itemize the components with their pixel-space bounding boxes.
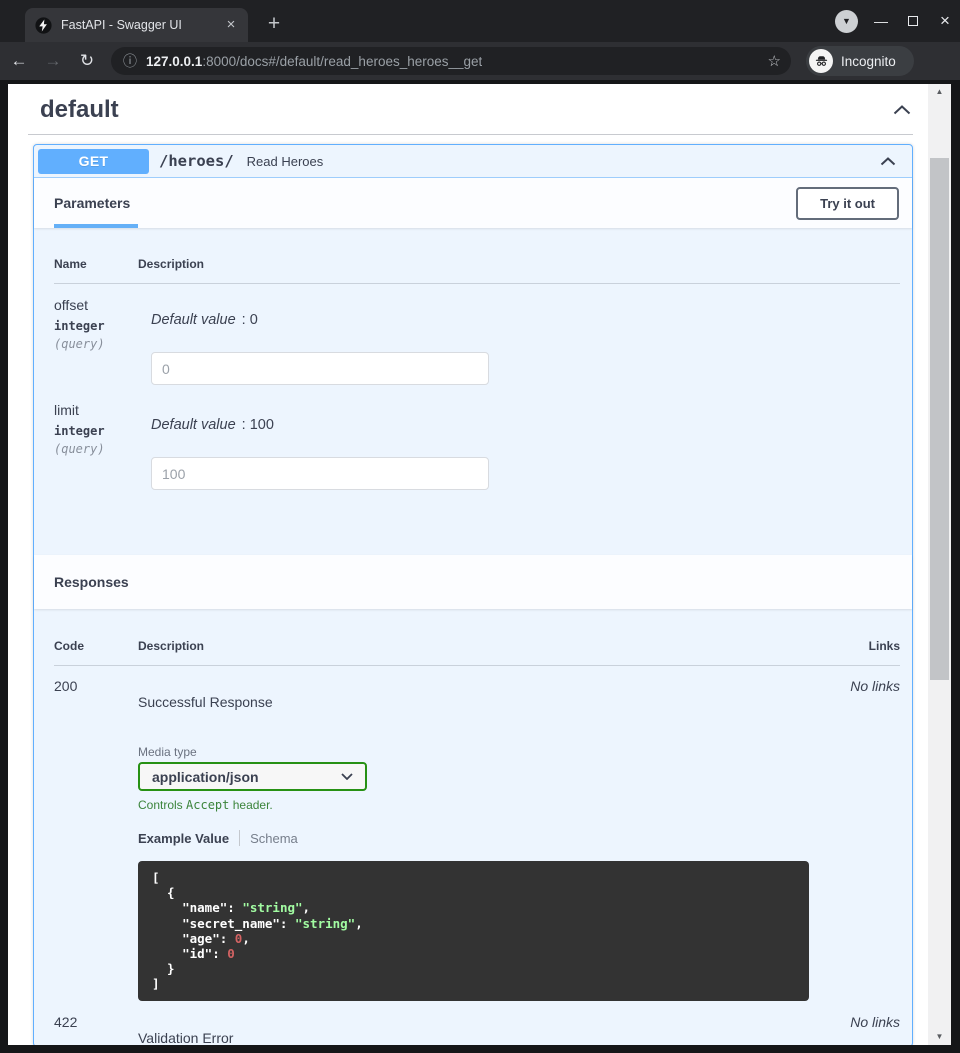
col-description-header: Description bbox=[138, 257, 900, 271]
media-type-select[interactable]: application/json bbox=[138, 762, 367, 791]
response-code: 422 bbox=[54, 1014, 138, 1045]
chevron-up-icon[interactable] bbox=[893, 105, 911, 115]
param-type: integer bbox=[54, 424, 151, 438]
response-code: 200 bbox=[54, 678, 138, 1001]
col-links-header: Links bbox=[840, 639, 900, 653]
maximize-button[interactable] bbox=[904, 13, 922, 29]
tag-divider bbox=[28, 134, 913, 135]
param-name-cell: offset integer (query) bbox=[54, 297, 151, 385]
incognito-label: Incognito bbox=[841, 54, 896, 69]
opblock-get-heroes: GET /heroes/ Read Heroes Parameters Try … bbox=[33, 144, 913, 1045]
response-links: No links bbox=[820, 1014, 900, 1045]
fastapi-favicon-icon bbox=[35, 17, 52, 34]
browser-tab[interactable]: FastAPI - Swagger UI × bbox=[25, 8, 248, 42]
param-desc-cell: Default value : 100 bbox=[151, 402, 900, 490]
tab-example-value[interactable]: Example Value bbox=[138, 831, 229, 846]
param-name: offset bbox=[54, 297, 151, 313]
method-badge: GET bbox=[38, 149, 149, 174]
media-type-label: Media type bbox=[138, 745, 820, 759]
response-row-422: 422 Validation Error No links bbox=[54, 1014, 900, 1045]
reload-icon[interactable]: ↻ bbox=[72, 51, 102, 71]
operation-summary-text: Read Heroes bbox=[247, 154, 324, 169]
scroll-up-icon[interactable]: ▲ bbox=[928, 84, 951, 100]
incognito-icon bbox=[814, 54, 829, 69]
param-row-offset: offset integer (query) Default value : 0 bbox=[54, 297, 900, 385]
responses-table-head: Code Description Links bbox=[54, 639, 900, 666]
param-row-limit: limit integer (query) Default value : 10… bbox=[54, 402, 900, 490]
new-tab-button[interactable]: + bbox=[260, 11, 288, 39]
try-it-out-button[interactable]: Try it out bbox=[796, 187, 899, 220]
url-text: 127.0.0.1:8000/docs#/default/read_heroes… bbox=[146, 54, 482, 69]
response-links: No links bbox=[820, 678, 900, 1001]
col-name-header: Name bbox=[54, 257, 138, 271]
close-window-button[interactable]: × bbox=[936, 11, 954, 31]
url-bar[interactable]: ⓘ 127.0.0.1:8000/docs#/default/read_hero… bbox=[111, 47, 791, 75]
tab-search-icon[interactable]: ▼ bbox=[835, 10, 858, 33]
default-value-label: Default value bbox=[151, 417, 236, 433]
bookmark-star-icon[interactable]: ☆ bbox=[768, 52, 781, 70]
param-name: limit bbox=[54, 402, 151, 418]
incognito-badge: Incognito bbox=[806, 46, 914, 76]
accept-header-code: Accept bbox=[186, 798, 229, 812]
tab-strip: FastAPI - Swagger UI × + ▼ — × bbox=[0, 0, 960, 42]
media-type-value: application/json bbox=[152, 769, 341, 785]
page-scrollbar[interactable]: ▲ ▼ bbox=[928, 84, 951, 1045]
parameters-header: Parameters Try it out bbox=[34, 178, 912, 228]
response-row-200: 200 Successful Response Media type appli… bbox=[54, 678, 900, 1001]
parameters-tab-label: Parameters bbox=[54, 195, 130, 211]
default-value: : 0 bbox=[238, 312, 258, 328]
parameters-table: Name Description offset integer (query) … bbox=[34, 228, 912, 555]
forward-icon[interactable]: → bbox=[38, 51, 68, 71]
chevron-up-icon[interactable] bbox=[880, 157, 896, 166]
tab-parameters[interactable]: Parameters bbox=[54, 178, 130, 228]
minimize-button[interactable]: — bbox=[872, 13, 890, 29]
default-value: : 100 bbox=[238, 417, 274, 433]
back-icon[interactable]: ← bbox=[4, 51, 34, 71]
tab-schema[interactable]: Schema bbox=[250, 831, 298, 846]
responses-title: Responses bbox=[54, 574, 129, 590]
browser-toolbar: ← → ↻ ⓘ 127.0.0.1:8000/docs#/default/rea… bbox=[0, 42, 960, 80]
col-description-header: Description bbox=[138, 639, 840, 653]
tab-title: FastAPI - Swagger UI bbox=[61, 18, 222, 32]
responses-header: Responses bbox=[34, 555, 912, 609]
url-path: :8000/docs#/default/read_heroes_heroes__… bbox=[202, 54, 482, 69]
param-default: Default value : 100 bbox=[151, 417, 900, 433]
active-tab-underline bbox=[54, 224, 138, 228]
response-description: Successful Response bbox=[138, 694, 820, 710]
operation-summary[interactable]: GET /heroes/ Read Heroes bbox=[34, 145, 912, 178]
offset-input[interactable] bbox=[151, 352, 489, 385]
chevron-down-icon bbox=[341, 773, 353, 780]
col-code-header: Code bbox=[54, 639, 138, 653]
tag-title: default bbox=[40, 96, 119, 124]
response-desc-cell: Validation Error bbox=[138, 1014, 820, 1045]
parameters-table-head: Name Description bbox=[54, 257, 900, 284]
param-default: Default value : 0 bbox=[151, 312, 900, 328]
incognito-avatar bbox=[809, 49, 833, 73]
example-schema-tabs: Example Value Schema bbox=[138, 830, 820, 846]
tab-close-icon[interactable]: × bbox=[222, 16, 240, 34]
page-viewport: default GET /heroes/ Read Heroes Paramet… bbox=[8, 84, 951, 1045]
site-info-icon[interactable]: ⓘ bbox=[123, 51, 137, 71]
scroll-down-icon[interactable]: ▼ bbox=[928, 1029, 951, 1045]
url-host: 127.0.0.1 bbox=[146, 54, 202, 69]
param-in: (query) bbox=[54, 442, 151, 456]
maximize-icon bbox=[908, 16, 918, 26]
tag-section-header[interactable]: default bbox=[40, 96, 911, 124]
accept-note: Controls Accept header. bbox=[138, 798, 820, 812]
param-in: (query) bbox=[54, 337, 151, 351]
param-name-cell: limit integer (query) bbox=[54, 402, 151, 490]
limit-input[interactable] bbox=[151, 457, 489, 490]
tabs-separator bbox=[239, 830, 240, 846]
swagger-content: default GET /heroes/ Read Heroes Paramet… bbox=[8, 84, 928, 1045]
scrollbar-thumb[interactable] bbox=[930, 158, 949, 680]
responses-table: Code Description Links 200 Successful Re… bbox=[34, 609, 912, 1045]
code-sample: [ { "name": "string", "secret_name": "st… bbox=[138, 861, 809, 1001]
operation-path: /heroes/ bbox=[159, 152, 234, 170]
response-desc-cell: Successful Response Media type applicati… bbox=[138, 678, 820, 1001]
param-desc-cell: Default value : 0 bbox=[151, 297, 900, 385]
param-type: integer bbox=[54, 319, 151, 333]
response-description: Validation Error bbox=[138, 1030, 820, 1045]
default-value-label: Default value bbox=[151, 312, 236, 328]
